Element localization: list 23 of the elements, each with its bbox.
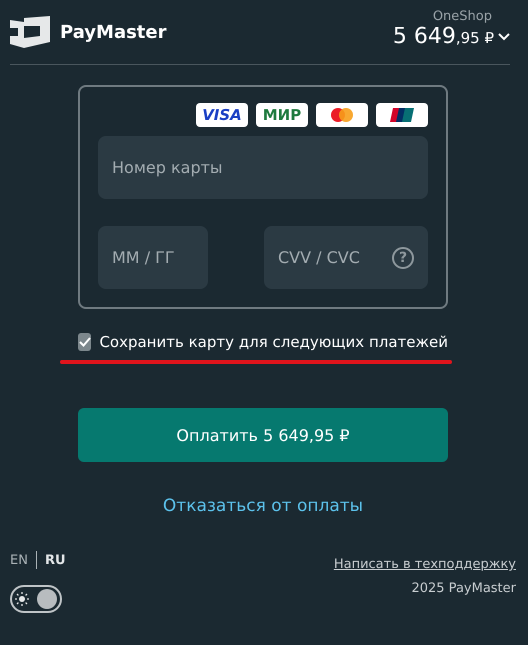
unionpay-icon — [376, 103, 428, 127]
mastercard-icon — [316, 103, 368, 127]
language-option[interactable]: EN — [10, 552, 28, 568]
cvv-field[interactable]: CVV / CVC ? — [264, 226, 428, 289]
visa-logo: VISA — [196, 103, 248, 127]
save-card-label: Сохранить карту для следующих платежей — [99, 333, 448, 351]
save-card-checkbox[interactable] — [78, 333, 92, 351]
brand-name: PayMaster — [60, 22, 166, 42]
mir-logo: МИР — [256, 103, 308, 127]
order-amount: 5 649,95 ₽ — [392, 24, 494, 49]
logo-icon — [10, 16, 50, 48]
language-option[interactable]: RU — [44, 552, 66, 568]
chevron-down-icon[interactable] — [498, 32, 510, 40]
support-link[interactable]: Написать в техподдержку — [334, 557, 516, 572]
expiry-field[interactable]: ММ / ГГ — [98, 226, 208, 289]
sun-icon — [15, 592, 29, 606]
shop-name: OneShop — [432, 9, 492, 24]
theme-toggle[interactable] — [10, 585, 62, 613]
copyright: 2025 PayMaster — [411, 581, 516, 596]
pay-button[interactable]: Оплатить 5 649,95 ₽ — [78, 408, 448, 462]
card-number-field[interactable]: Номер карты — [98, 136, 428, 199]
help-icon[interactable]: ? — [392, 246, 414, 268]
cancel-payment-link[interactable]: Отказаться от оплаты — [162, 496, 364, 516]
